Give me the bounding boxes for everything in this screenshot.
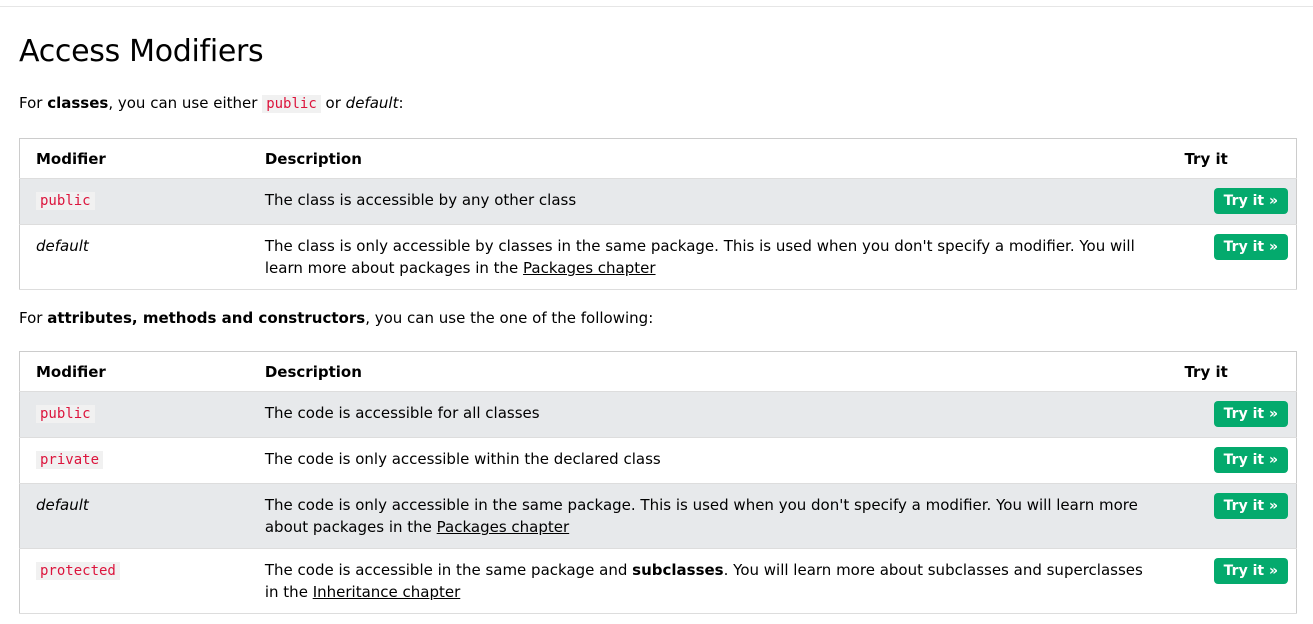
intro-classes-bold: classes — [47, 94, 109, 112]
intro-classes-code: public — [262, 95, 321, 113]
table-row: default The class is only accessible by … — [19, 224, 1297, 290]
intro-classes-middle: , you can use either — [108, 94, 263, 112]
description-cell: The code is accessible for all classes — [248, 391, 1169, 438]
modifier-keyword: protected — [36, 562, 120, 580]
try-it-button[interactable]: Try it » — [1213, 188, 1288, 214]
table-row: protected The code is accessible in the … — [19, 548, 1297, 614]
modifier-cell: default — [19, 483, 249, 549]
try-cell: Try it » — [1168, 483, 1297, 549]
packages-chapter-link[interactable]: Packages chapter — [523, 259, 656, 277]
modifier-keyword: public — [36, 405, 95, 423]
description-cell: The code is only accessible in the same … — [248, 483, 1169, 549]
top-divider — [0, 0, 1313, 7]
modifier-keyword: private — [36, 451, 104, 469]
header-try-it: Try it — [1168, 351, 1297, 392]
try-it-button[interactable]: Try it » — [1213, 558, 1288, 584]
description-cell: The class is accessible by any other cla… — [248, 178, 1169, 225]
description-bold: subclasses — [632, 561, 724, 579]
table-row: public The class is accessible by any ot… — [19, 178, 1297, 225]
intro-members-suffix: , you can use the one of the following: — [365, 309, 654, 327]
try-it-button[interactable]: Try it » — [1213, 401, 1288, 427]
page-title: Access Modifiers — [19, 34, 264, 69]
description-text: The class is only accessible by classes … — [264, 237, 1135, 277]
modifier-default: default — [36, 237, 89, 255]
intro-members-prefix: For — [19, 309, 48, 327]
modifier-cell: public — [19, 391, 249, 438]
modifier-cell: default — [19, 224, 249, 290]
modifier-cell: protected — [19, 548, 249, 614]
description-cell: The code is only accessible within the d… — [248, 437, 1169, 484]
table-row: private The code is only accessible with… — [19, 437, 1297, 484]
modifier-keyword: public — [36, 192, 95, 210]
intro-classes-suffix: : — [398, 94, 404, 112]
try-cell: Try it » — [1168, 437, 1297, 484]
try-cell: Try it » — [1168, 224, 1297, 290]
header-modifier: Modifier — [19, 138, 249, 179]
intro-members-bold: attributes, methods and constructors — [47, 309, 366, 327]
try-cell: Try it » — [1168, 548, 1297, 614]
description-text: The code is only accessible in the same … — [264, 496, 1138, 536]
header-try-it: Try it — [1168, 138, 1297, 179]
inheritance-chapter-link[interactable]: Inheritance chapter — [313, 583, 461, 601]
intro-classes-or: or — [320, 94, 346, 112]
members-modifier-table: Modifier Description Try it public The c… — [19, 351, 1297, 614]
modifier-default: default — [36, 496, 89, 514]
try-it-button[interactable]: Try it » — [1213, 234, 1288, 260]
try-it-button[interactable]: Try it » — [1213, 493, 1288, 519]
table-header-row: Modifier Description Try it — [19, 138, 1297, 179]
description-cell: The code is accessible in the same packa… — [248, 548, 1169, 614]
modifier-cell: public — [19, 178, 249, 225]
modifier-cell: private — [19, 437, 249, 484]
try-cell: Try it » — [1168, 391, 1297, 438]
description-text: The code is accessible in the same packa… — [264, 561, 633, 579]
table-row: public The code is accessible for all cl… — [19, 391, 1297, 438]
classes-modifier-table: Modifier Description Try it public The c… — [19, 138, 1297, 290]
table-row: default The code is only accessible in t… — [19, 483, 1297, 549]
intro-classes-italic: default — [345, 94, 399, 112]
packages-chapter-link[interactable]: Packages chapter — [437, 518, 570, 536]
header-description: Description — [248, 138, 1169, 179]
description-cell: The class is only accessible by classes … — [248, 224, 1169, 290]
table-header-row: Modifier Description Try it — [19, 351, 1297, 392]
header-modifier: Modifier — [19, 351, 249, 392]
intro-members: For attributes, methods and constructors… — [19, 307, 653, 329]
header-description: Description — [248, 351, 1169, 392]
try-it-button[interactable]: Try it » — [1213, 447, 1288, 473]
intro-classes: For classes, you can use either public o… — [19, 92, 404, 115]
intro-classes-prefix: For — [19, 94, 48, 112]
try-cell: Try it » — [1168, 178, 1297, 225]
